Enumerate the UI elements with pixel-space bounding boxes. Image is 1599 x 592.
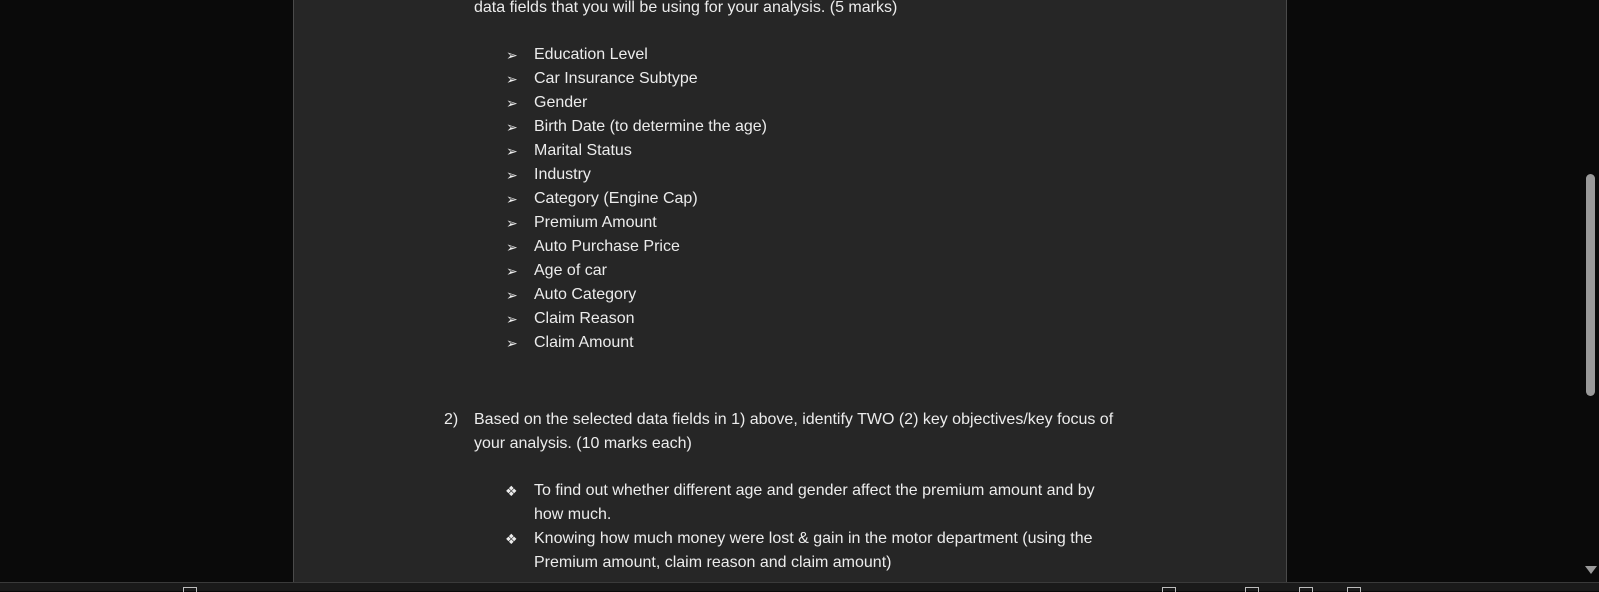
arrow-bullet-icon: ➢ (506, 311, 518, 327)
list-item: Marital Status (534, 142, 632, 159)
diamond-bullet-icon: ❖ (505, 531, 518, 547)
arrow-bullet-icon: ➢ (506, 167, 518, 183)
arrow-bullet-icon: ➢ (506, 215, 518, 231)
list-item: Birth Date (to determine the age) (534, 118, 768, 135)
arrow-bullet-icon: ➢ (506, 263, 518, 279)
arrow-bullet-icon: ➢ (506, 191, 518, 207)
list-item: Auto Category (534, 286, 637, 303)
scroll-down-arrow-icon[interactable] (1585, 566, 1597, 574)
document-page[interactable]: data fields that you will be using for y… (293, 0, 1287, 582)
objective-line: Knowing how much money were lost & gain … (534, 530, 1093, 547)
arrow-bullet-icon: ➢ (506, 119, 518, 135)
list-item: Education Level (534, 46, 648, 63)
list-item: Age of car (534, 262, 607, 279)
objective-line: To find out whether different age and ge… (534, 482, 1095, 499)
arrow-bullet-icon: ➢ (506, 335, 518, 351)
question-text-line-2: your analysis. (10 marks each) (474, 435, 692, 452)
diamond-bullet-icon: ❖ (505, 483, 518, 499)
objective-line: how much. (534, 506, 612, 523)
arrow-bullet-icon: ➢ (506, 95, 518, 111)
arrow-bullet-icon: ➢ (506, 287, 518, 303)
question-text-line-1: Based on the selected data fields in 1) … (474, 411, 1114, 428)
list-item: Auto Purchase Price (534, 238, 680, 255)
arrow-bullet-icon: ➢ (506, 239, 518, 255)
arrow-bullet-icon: ➢ (506, 71, 518, 87)
list-item: Industry (534, 166, 591, 183)
list-item: Claim Reason (534, 310, 635, 327)
scrollbar-thumb[interactable] (1586, 174, 1595, 396)
question-number: 2) (444, 411, 459, 428)
list-item: Premium Amount (534, 214, 657, 231)
list-item: Car Insurance Subtype (534, 70, 698, 87)
list-item: Claim Amount (534, 334, 634, 351)
list-item: Category (Engine Cap) (534, 190, 698, 207)
arrow-bullet-icon: ➢ (506, 143, 518, 159)
objective-line: Premium amount, claim reason and claim a… (534, 554, 892, 571)
arrow-bullet-icon: ➢ (506, 47, 518, 63)
list-item: Gender (534, 94, 588, 111)
intro-line: data fields that you will be using for y… (474, 0, 898, 16)
vertical-scrollbar[interactable] (1582, 0, 1599, 582)
